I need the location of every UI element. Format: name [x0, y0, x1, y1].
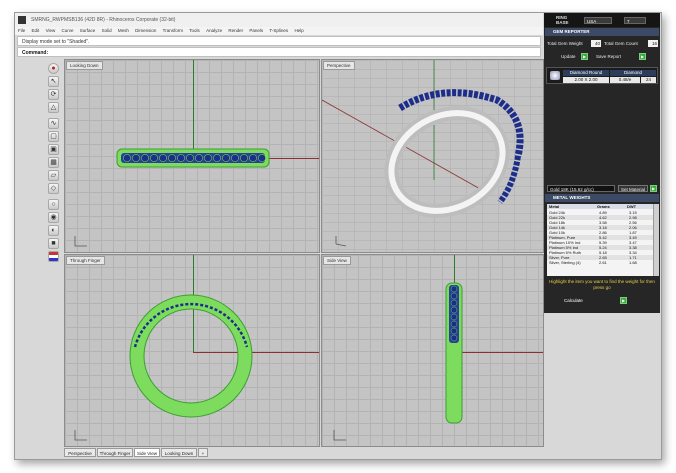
stone-row[interactable]: Diamond Round Diamond 2.00 X 2.00 0.48/e… [546, 67, 658, 84]
calculate-go-button[interactable]: ▶ [620, 297, 627, 304]
metal-grams: 2.61 [599, 260, 607, 265]
command-history: Display mode set to "Shaded". [17, 36, 541, 46]
window-title: SMRNG_RWPMSB136 (42D 8R) - Rhinoceros Co… [31, 17, 176, 23]
menu-panels[interactable]: Panels [249, 28, 263, 33]
select-icon[interactable]: ↖ [48, 76, 59, 87]
rotate-icon[interactable]: ⟳ [48, 89, 59, 100]
menu-mesh[interactable]: Mesh [118, 28, 129, 33]
table-header: Metal Grams DWT [547, 204, 653, 209]
menu-bar: File Edit View Curve Surface Solid Mesh … [15, 27, 543, 35]
group-icon[interactable]: △ [48, 102, 59, 113]
render-icon[interactable]: ◐ [48, 225, 59, 236]
total-gem-count-value: 16 [648, 40, 658, 47]
menu-tools[interactable]: Tools [189, 28, 200, 33]
highlight-instruction: Highlight the item you want to find the … [549, 279, 655, 290]
view-tool-icon[interactable]: ○ [48, 199, 59, 210]
tab-add-button[interactable]: + [198, 448, 208, 457]
material-select[interactable]: Gold 18K (15.62 g/cc) [547, 185, 615, 192]
zoom-tool-icon[interactable]: ◉ [48, 212, 59, 223]
panel-header: RING BASE USA 7 [544, 13, 660, 27]
tab-perspective[interactable]: Perspective [64, 448, 96, 457]
viewport-tabs: Perspective Through Finger Side View Loo… [64, 448, 544, 458]
tab-side-view[interactable]: Side View [134, 448, 160, 457]
menu-tsplines[interactable]: T-Splines [269, 28, 288, 33]
ring-perspective-view [322, 60, 524, 247]
total-gem-weight-label: Total Gem Weight [547, 41, 583, 46]
tab-through-finger[interactable]: Through Finger [97, 448, 133, 457]
gem-reporter-header: GEM REPORTER [545, 28, 659, 36]
app-icon [18, 16, 26, 24]
update-go-button[interactable]: ▶ [581, 53, 588, 60]
solid-tool-icon[interactable]: ▱ [48, 170, 59, 181]
menu-analyze[interactable]: Analyze [206, 28, 222, 33]
title-bar: SMRNG_RWPMSB136 (42D 8R) - Rhinoceros Co… [15, 13, 543, 28]
menu-render[interactable]: Render [228, 28, 243, 33]
left-toolbar: ● ↖ ⟳ △ ∿ ▢ ▣ ▦ ▱ ◇ ○ ◉ ◐ ■ [46, 63, 62, 262]
metal-name: Silver, Sterling (4) [549, 260, 581, 265]
tab-looking-down[interactable]: Looking Down [161, 448, 197, 457]
command-input[interactable] [58, 49, 362, 58]
app-window: SMRNG_RWPMSB136 (42D 8R) - Rhinoceros Co… [14, 12, 662, 460]
box-tool-icon[interactable]: ▢ [48, 131, 59, 142]
command-line: Command: [17, 47, 541, 58]
metal-weights-header: METAL WEIGHTS [545, 194, 659, 202]
viewport-perspective[interactable]: Perspective [321, 59, 544, 253]
count-select[interactable]: 7 [624, 17, 646, 24]
set-material-go-button[interactable]: ▶ [650, 185, 657, 192]
menu-surface[interactable]: Surface [80, 28, 96, 33]
metal-dwt: 1.68 [629, 260, 637, 265]
calculate-button[interactable]: Calculate [564, 297, 624, 305]
stone-material-header: Diamond [610, 70, 656, 76]
menu-help[interactable]: Help [294, 28, 303, 33]
flag-icon[interactable] [48, 251, 59, 262]
menu-transform[interactable]: Transform [163, 28, 183, 33]
curve-tool-icon[interactable]: ∿ [48, 118, 59, 129]
menu-view[interactable]: View [46, 28, 56, 33]
ring-side-view [333, 282, 463, 441]
mesh-tool-icon[interactable]: ▦ [48, 157, 59, 168]
stop-icon[interactable]: ● [48, 63, 59, 74]
logo-line-2: BASE [556, 20, 569, 25]
save-report-go-button[interactable]: ▶ [639, 53, 646, 60]
viewport-title[interactable]: Side View [323, 256, 351, 265]
surface-tool-icon[interactable]: ◇ [48, 183, 59, 194]
viewport-title[interactable]: Perspective [323, 61, 355, 70]
metal-weights-table: Metal Grams DWT Gold 24k 4.89 3.15 Gold 22… [547, 204, 659, 276]
table-row[interactable]: Silver, Sterling (4) 2.61 1.68 [547, 260, 653, 265]
stone-size: 2.00 X 2.00 [563, 77, 609, 83]
viewport-title[interactable]: Through Finger [66, 256, 105, 265]
set-material-button[interactable]: Set Material [618, 185, 648, 192]
menu-edit[interactable]: Edit [32, 28, 40, 33]
cube-tool-icon[interactable]: ▣ [48, 144, 59, 155]
viewport-through-finger[interactable]: Through Finger [64, 254, 320, 447]
command-label: Command: [22, 50, 49, 56]
header-dwt: DWT [627, 204, 637, 209]
material-icon[interactable]: ■ [48, 238, 59, 249]
header-grams: Grams [597, 204, 610, 209]
menu-dimension[interactable]: Dimension [135, 28, 156, 33]
ringbase-logo: RING BASE [556, 15, 569, 25]
save-report-button[interactable]: Save Report [596, 54, 621, 59]
menu-file[interactable]: File [18, 28, 25, 33]
stone-weight: 0.48/e [610, 77, 640, 83]
ring-through-finger-view [74, 294, 253, 441]
menu-curve[interactable]: Curve [62, 28, 74, 33]
viewport-side-view[interactable]: Side View [321, 254, 544, 447]
diamond-icon [550, 71, 560, 80]
update-button[interactable]: Update [561, 54, 576, 59]
stone-count: 24 [641, 77, 656, 83]
total-gem-weight-value: 40 [591, 40, 601, 47]
viewport-title[interactable]: Looking Down [66, 61, 103, 70]
viewport-looking-down[interactable]: Looking Down [64, 59, 320, 253]
total-gem-count-label: Total Gem Count [604, 41, 638, 46]
table-scrollbar[interactable] [653, 204, 659, 276]
menu-solid[interactable]: Solid [102, 28, 112, 33]
ring-top-view [74, 148, 270, 247]
stone-type-header: Diamond Round [563, 70, 609, 76]
header-metal: Metal [549, 204, 560, 209]
region-select[interactable]: USA [584, 17, 612, 24]
ringbase-panel: RING BASE USA 7 GEM REPORTER Total Gem W… [544, 13, 660, 313]
